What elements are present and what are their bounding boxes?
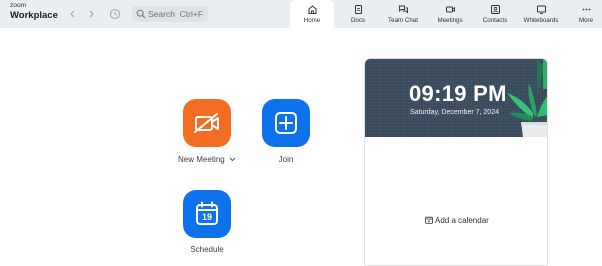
calendar-day: 19 <box>201 212 212 222</box>
join-button[interactable] <box>262 99 310 147</box>
search-icon <box>136 9 146 19</box>
plant-illustration <box>507 59 547 137</box>
schedule-button[interactable]: 19 <box>183 190 231 238</box>
plus-icon <box>275 112 297 134</box>
current-time: 09:19 PM <box>409 81 507 106</box>
tab-more[interactable]: More <box>570 0 602 28</box>
tab-team-chat[interactable]: Team Chat <box>380 0 426 28</box>
brand-big: Workplace <box>10 9 58 21</box>
new-meeting-button[interactable] <box>183 99 231 147</box>
whiteboard-icon <box>536 5 546 14</box>
chevron-left-icon <box>70 10 75 18</box>
chevron-down-icon <box>229 157 236 162</box>
calendar-add-icon <box>425 216 433 224</box>
contacts-icon <box>490 5 500 14</box>
tab-label: Whiteboards <box>523 17 559 24</box>
chevron-right-icon <box>89 10 94 18</box>
search-shortcut: Ctrl+F <box>179 9 204 19</box>
app-logo: zoom Workplace <box>10 2 58 21</box>
video-icon <box>445 6 455 13</box>
history-button[interactable] <box>108 7 122 21</box>
tab-label: Docs <box>350 17 366 24</box>
search-placeholder: Search Ctrl+F <box>148 9 204 19</box>
add-calendar-label: Add a calendar <box>435 216 489 225</box>
docs-icon <box>354 5 362 14</box>
tab-whiteboards[interactable]: Whiteboards <box>518 0 564 28</box>
top-bar: zoom Workplace Search Ctrl+F Home Docs T… <box>0 0 602 28</box>
tab-contacts[interactable]: Contacts <box>474 0 516 28</box>
schedule-label: Schedule <box>190 245 224 254</box>
clock-panel: 09:19 PM Saturday, December 7, 2024 <box>365 59 547 137</box>
tab-label: More <box>578 17 594 24</box>
tab-label: Meetings <box>437 17 463 24</box>
brand-small: zoom <box>10 2 27 9</box>
current-date: Saturday, December 7, 2024 <box>410 109 499 116</box>
join-label: Join <box>278 155 294 164</box>
tab-home[interactable]: Home <box>290 0 334 28</box>
new-meeting-label[interactable]: New Meeting <box>170 155 244 164</box>
tab-label: Contacts <box>482 17 508 24</box>
back-button[interactable] <box>66 7 80 21</box>
forward-button[interactable] <box>84 7 98 21</box>
tab-meetings[interactable]: Meetings <box>428 0 472 28</box>
add-calendar-button[interactable]: Add a calendar <box>425 216 489 225</box>
video-off-icon <box>194 113 219 133</box>
tab-label: Team Chat <box>388 17 418 24</box>
history-icon <box>109 8 121 20</box>
chat-icon <box>398 5 408 14</box>
tab-label: Home <box>303 17 321 24</box>
search-input[interactable]: Search Ctrl+F <box>132 6 208 22</box>
tab-docs[interactable]: Docs <box>338 0 378 28</box>
home-icon <box>308 5 316 14</box>
more-icon <box>582 8 590 11</box>
calendar-card: 09:19 PM Saturday, December 7, 2024 Add … <box>364 58 548 266</box>
